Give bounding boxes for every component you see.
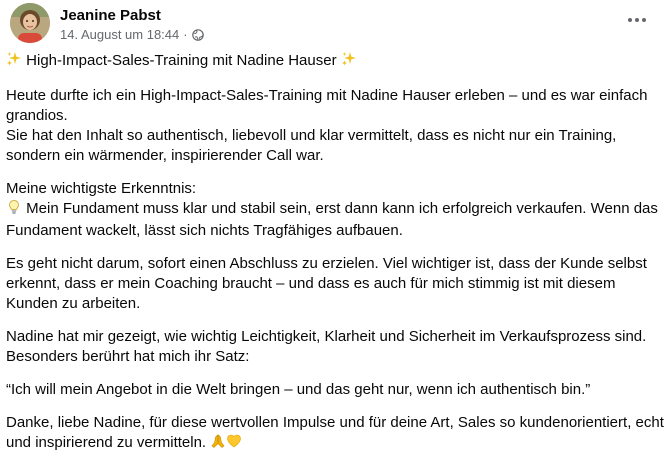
- light-bulb-icon: [6, 199, 22, 221]
- paragraph-conclusion: Es geht nicht darum, sofort einen Abschl…: [6, 254, 660, 314]
- text-line: Fundament wackelt, lässt sich nichts Tra…: [6, 222, 403, 239]
- text-line-with-icon: Mein Fundament muss klar und stabil sein…: [6, 199, 660, 221]
- avatar-image: [10, 3, 50, 43]
- text-line: Besonders berührt hat mich ihr Satz:: [6, 348, 250, 365]
- post-title: High-Impact-Sales-Training mit Nadine Ha…: [26, 52, 337, 69]
- post-timestamp[interactable]: 14. August um 18:44: [60, 27, 179, 42]
- text-line: Meine wichtigste Erkenntnis:: [6, 180, 197, 197]
- paragraph-lessons: Nadine hat mir gezeigt, wie wichtig Leic…: [6, 327, 660, 367]
- text-line: und inspirierend zu vermitteln.: [6, 434, 207, 451]
- paragraph-insight: Meine wichtigste Erkenntnis: Mein Fundam…: [6, 179, 660, 241]
- post-header: Jeanine Pabst 14. August um 18:44 ·: [6, 0, 660, 48]
- avatar[interactable]: [10, 3, 50, 43]
- text-line: Kunden zu arbeiten.: [6, 295, 141, 312]
- text-line: Danke, liebe Nadine, für diese wertvolle…: [6, 414, 664, 431]
- author-name[interactable]: Jeanine Pabst: [60, 7, 161, 24]
- text-line: erkennt, dass er mein Coaching braucht –…: [6, 275, 616, 292]
- paragraph-thanks: Danke, liebe Nadine, für diese wertvolle…: [6, 413, 664, 455]
- post-card: Jeanine Pabst 14. August um 18:44 · High…: [0, 0, 672, 451]
- quote-line: “Ich will mein Angebot in die Welt bring…: [6, 381, 591, 398]
- sparkles-icon: [341, 51, 357, 73]
- text-line: Mein Fundament muss klar und stabil sein…: [26, 200, 658, 217]
- text-line: Es geht nicht darum, sofort einen Abschl…: [6, 255, 647, 272]
- more-options-button[interactable]: [620, 8, 654, 32]
- text-line: sondern ein wärmender, inspirierender Ca…: [6, 147, 324, 164]
- sparkles-icon: [6, 51, 22, 73]
- folded-hands-icon: [210, 433, 226, 455]
- yellow-heart-icon: [226, 433, 242, 455]
- more-horizontal-icon: [628, 18, 646, 22]
- text-line: grandios.: [6, 107, 68, 124]
- text-line: Heute durfte ich ein High-Impact-Sales-T…: [6, 87, 648, 104]
- paragraph-quote: “Ich will mein Angebot in die Welt bring…: [6, 380, 660, 400]
- post-body: High-Impact-Sales-Training mit Nadine Ha…: [6, 51, 664, 455]
- paragraph-intro: Heute durfte ich ein High-Impact-Sales-T…: [6, 86, 660, 166]
- meta-separator: ·: [183, 27, 188, 42]
- text-line: Nadine hat mir gezeigt, wie wichtig Leic…: [6, 328, 647, 345]
- globe-icon[interactable]: [191, 28, 204, 41]
- text-line-with-icons: und inspirierend zu vermitteln.: [6, 433, 660, 455]
- post-title-line: High-Impact-Sales-Training mit Nadine Ha…: [6, 51, 660, 73]
- post-meta: 14. August um 18:44 ·: [60, 27, 204, 42]
- text-line: Sie hat den Inhalt so authentisch, liebe…: [6, 127, 617, 144]
